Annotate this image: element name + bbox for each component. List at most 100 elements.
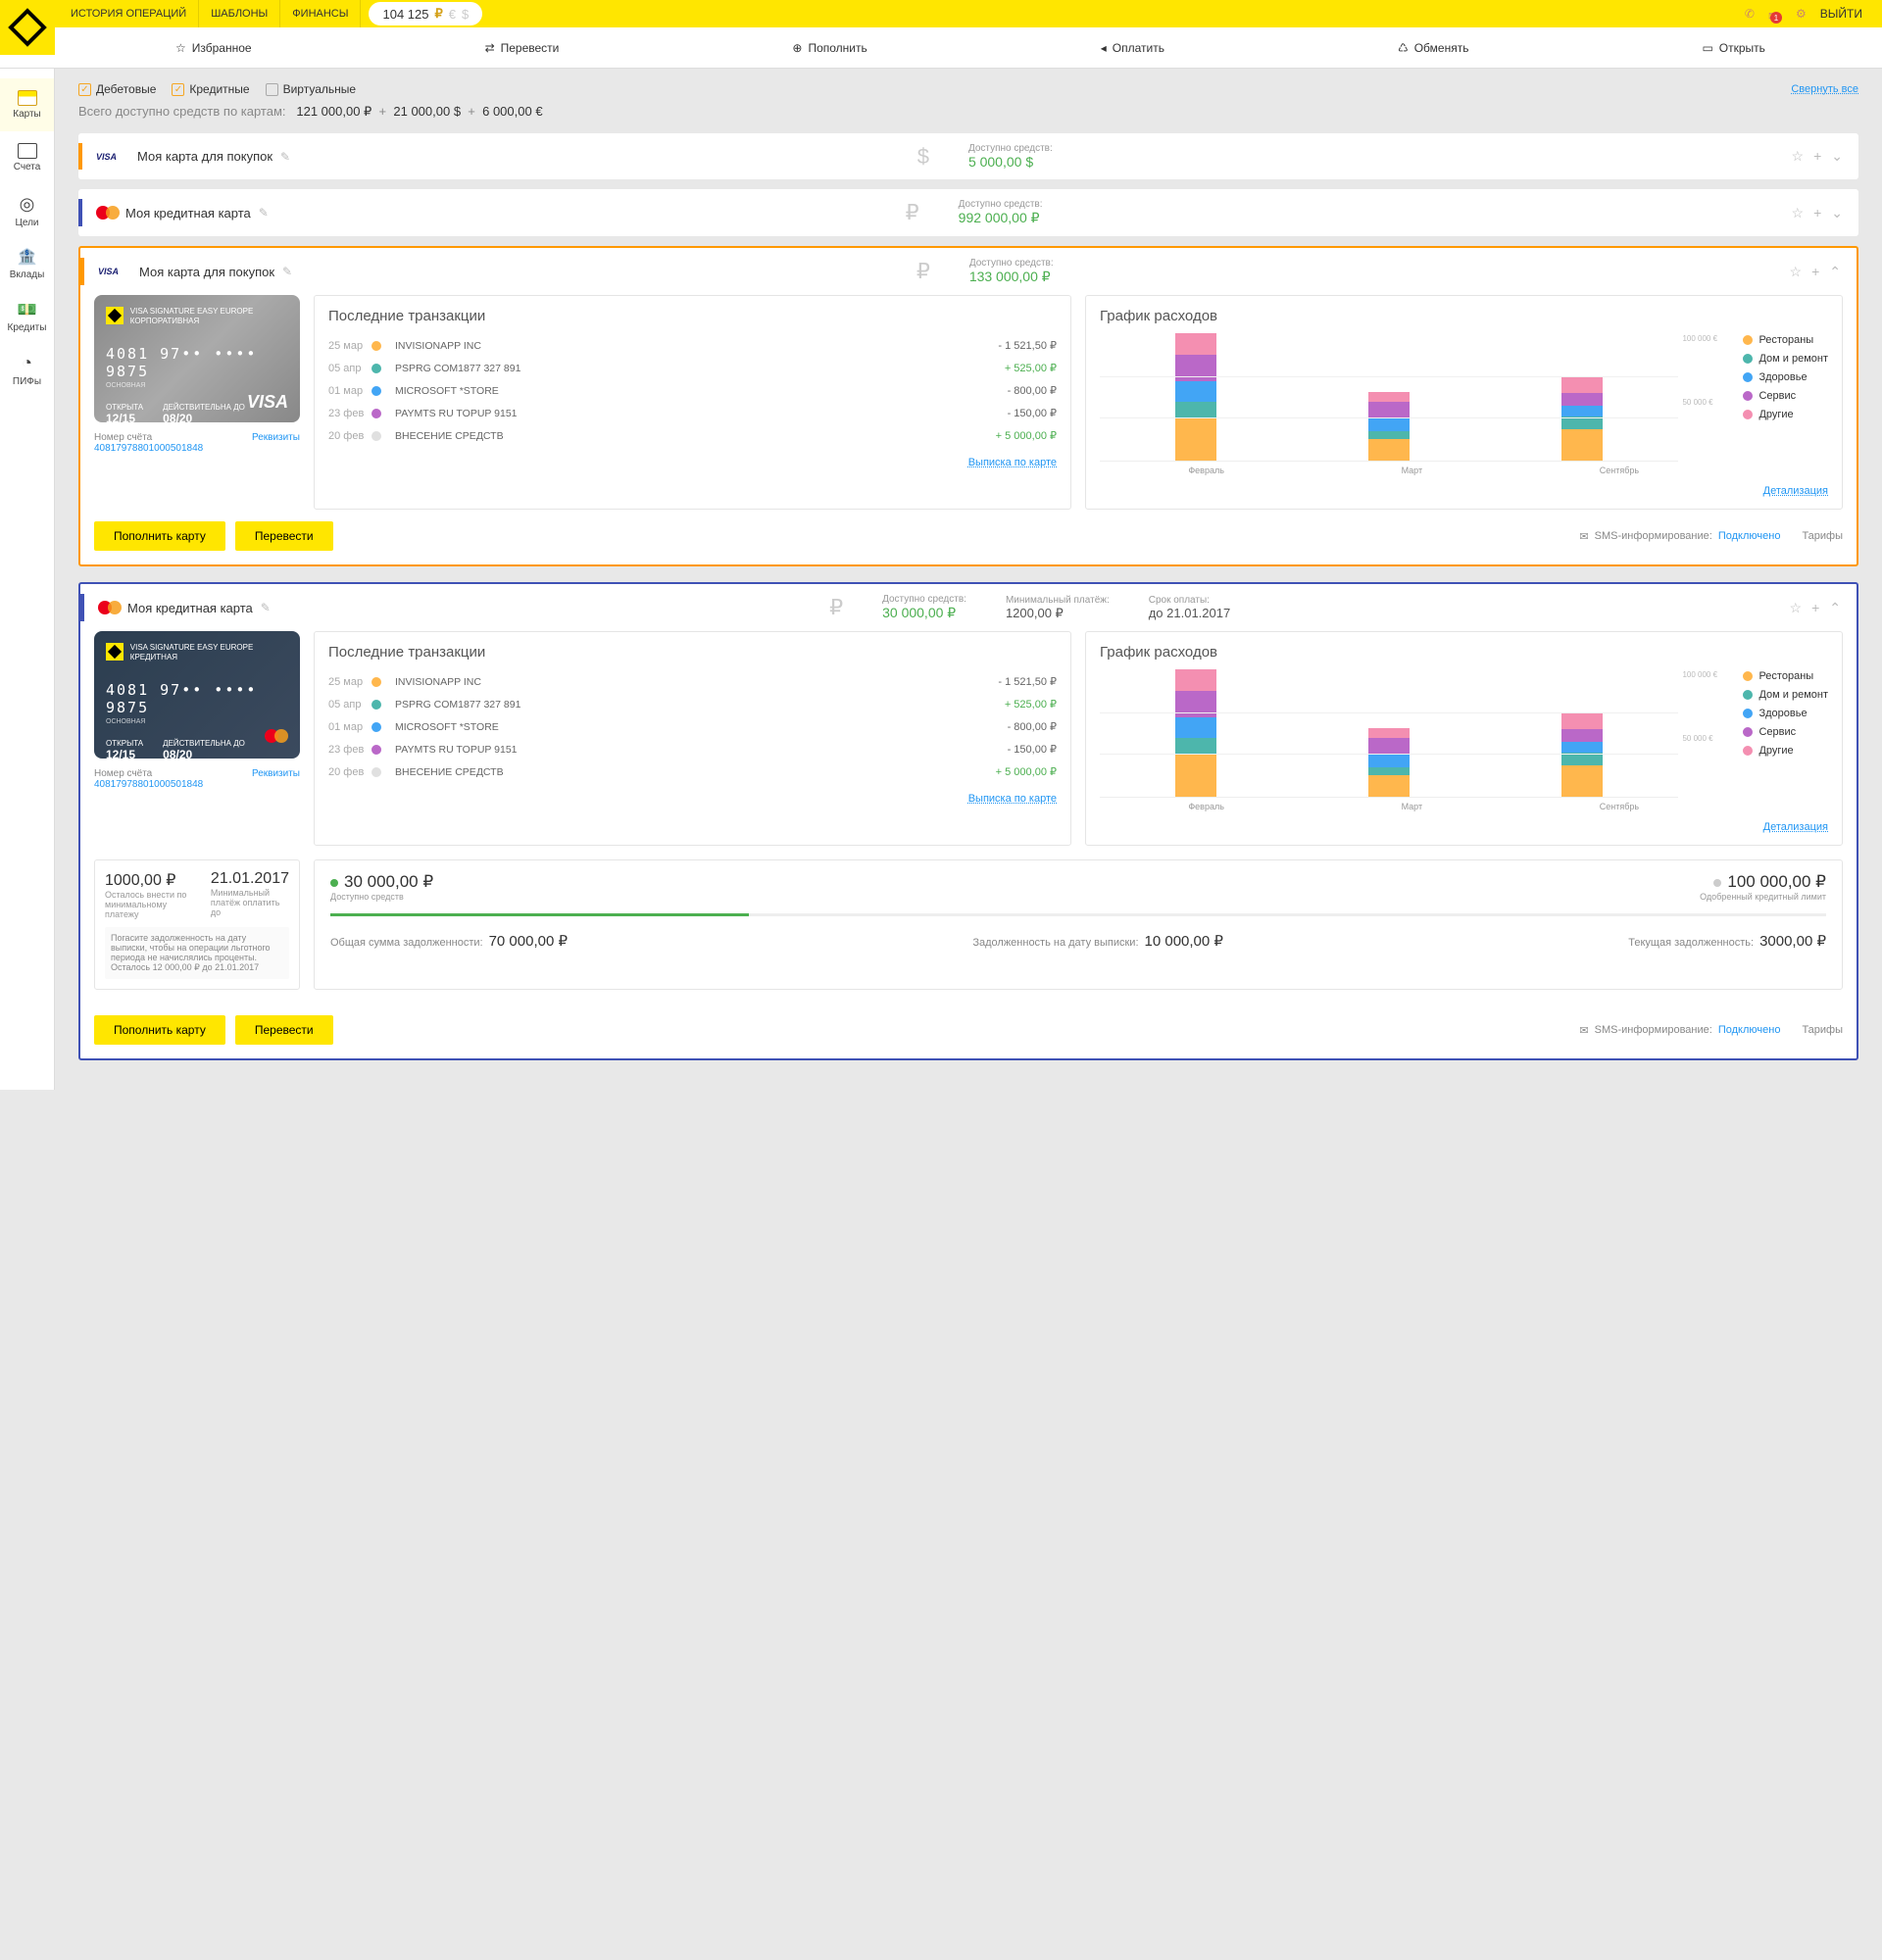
filter-credit[interactable]: Кредитные: [172, 82, 249, 96]
legend-item[interactable]: Дом и ремонт: [1743, 689, 1828, 701]
transaction-row[interactable]: 23 февPAYMTS RU TOPUP 9151- 150,00 ₽: [328, 738, 1057, 760]
edit-icon[interactable]: ✎: [282, 265, 292, 278]
plus-icon[interactable]: +: [1813, 148, 1821, 165]
legend-item[interactable]: Другие: [1743, 409, 1828, 420]
edit-icon[interactable]: ✎: [280, 150, 290, 164]
account-number-link[interactable]: 40817978801000501848: [94, 443, 203, 454]
accent-bar: [80, 258, 84, 285]
chevron-down-icon[interactable]: ⌄: [1831, 205, 1843, 221]
star-icon[interactable]: ☆: [1792, 205, 1805, 221]
legend-dot-icon: [1743, 372, 1753, 382]
action-open[interactable]: ▭Открыть: [1702, 41, 1764, 55]
plus-icon[interactable]: +: [1813, 205, 1821, 221]
tariffs-link[interactable]: Тарифы: [1802, 530, 1843, 542]
statement-link[interactable]: Выписка по карте: [968, 457, 1057, 468]
chart-details-link[interactable]: Детализация: [1763, 485, 1828, 497]
transaction-row[interactable]: 05 апрPSPRG COM1877 327 891+ 525,00 ₽: [328, 693, 1057, 715]
nav-templates[interactable]: ШАБЛОНЫ: [199, 0, 280, 27]
card-row[interactable]: VISA Моя карта для покупок ✎ $ Доступно …: [78, 133, 1858, 179]
card-row[interactable]: Моя кредитная карта ✎ ₽ Доступно средств…: [78, 189, 1858, 236]
balance-pill[interactable]: 104 125 ₽ € $: [369, 2, 482, 25]
currency-usd-icon[interactable]: $: [462, 7, 469, 22]
legend-item[interactable]: Рестораны: [1743, 670, 1828, 682]
currency-rub-icon[interactable]: ₽: [434, 6, 442, 22]
bank-logo[interactable]: [0, 0, 55, 55]
chevron-down-icon[interactable]: ⌄: [1831, 148, 1843, 165]
transaction-row[interactable]: 05 апрPSPRG COM1877 327 891+ 525,00 ₽: [328, 357, 1057, 379]
currency-eur-icon[interactable]: €: [449, 7, 456, 22]
transaction-row[interactable]: 01 марMICROSOFT *STORE- 800,00 ₽: [328, 715, 1057, 738]
filter-debit[interactable]: Дебетовые: [78, 82, 156, 96]
balance-value: 104 125: [382, 7, 428, 22]
category-dot-icon: [371, 745, 381, 755]
totals-row: Всего доступно средств по картам: 121 00…: [78, 104, 1858, 120]
edit-icon[interactable]: ✎: [259, 206, 269, 220]
legend-item[interactable]: Дом и ремонт: [1743, 353, 1828, 365]
logout-link[interactable]: ВЫЙТИ: [1820, 7, 1862, 21]
tariffs-link[interactable]: Тарифы: [1802, 1024, 1843, 1036]
txn-amount: - 150,00 ₽: [1008, 743, 1057, 756]
txn-amount: + 525,00 ₽: [1005, 362, 1057, 374]
sms-status-link[interactable]: Подключено: [1718, 530, 1781, 542]
legend-item[interactable]: Рестораны: [1743, 334, 1828, 346]
transaction-row[interactable]: 20 февВНЕСЕНИЕ СРЕДСТВ+ 5 000,00 ₽: [328, 760, 1057, 783]
action-favorites[interactable]: ☆Избранное: [175, 41, 252, 55]
sidebar-item-goals[interactable]: ◎Цели: [0, 184, 54, 237]
chevron-up-icon[interactable]: ⌃: [1829, 600, 1841, 616]
legend-item[interactable]: Сервис: [1743, 390, 1828, 402]
card-name: Моя кредитная карта: [125, 206, 251, 220]
action-topup[interactable]: ⊕Пополнить: [792, 41, 867, 55]
legend-item[interactable]: Другие: [1743, 745, 1828, 757]
transfer-button[interactable]: Перевести: [235, 521, 333, 551]
topup-card-button[interactable]: Пополнить карту: [94, 521, 225, 551]
action-exchange[interactable]: ♺Обменять: [1398, 41, 1469, 55]
star-icon[interactable]: ☆: [1790, 264, 1803, 280]
chevron-up-icon[interactable]: ⌃: [1829, 264, 1841, 280]
star-icon[interactable]: ☆: [1790, 600, 1803, 616]
transactions-panel: Последние транзакции 25 марINVISIONAPP I…: [314, 295, 1071, 510]
collapse-all-link[interactable]: Свернуть все: [1791, 83, 1858, 95]
star-icon[interactable]: ☆: [1792, 148, 1805, 165]
account-number-link[interactable]: 40817978801000501848: [94, 779, 203, 790]
topup-card-button[interactable]: Пополнить карту: [94, 1015, 225, 1045]
legend-item[interactable]: Здоровье: [1743, 708, 1828, 719]
statement-link[interactable]: Выписка по карте: [968, 793, 1057, 805]
transaction-row[interactable]: 20 февВНЕСЕНИЕ СРЕДСТВ+ 5 000,00 ₽: [328, 424, 1057, 447]
legend-dot-icon: [1743, 727, 1753, 737]
goals-icon: ◎: [20, 194, 35, 215]
nav-history[interactable]: ИСТОРИЯ ОПЕРАЦИЙ: [59, 0, 199, 27]
edit-icon[interactable]: ✎: [261, 601, 271, 614]
transaction-row[interactable]: 23 февPAYMTS RU TOPUP 9151- 150,00 ₽: [328, 402, 1057, 424]
legend-item[interactable]: Сервис: [1743, 726, 1828, 738]
transaction-row[interactable]: 01 марMICROSOFT *STORE- 800,00 ₽: [328, 379, 1057, 402]
plus-icon[interactable]: +: [1811, 600, 1819, 616]
plus-icon[interactable]: +: [1811, 264, 1819, 280]
legend-item[interactable]: Здоровье: [1743, 371, 1828, 383]
currency-glyph: ₽: [916, 259, 930, 284]
action-transfer[interactable]: ⇄Перевести: [485, 41, 560, 55]
transfer-button[interactable]: Перевести: [235, 1015, 333, 1045]
requisites-link[interactable]: Реквизиты: [252, 432, 300, 454]
transaction-row[interactable]: 25 марINVISIONAPP INC- 1 521,50 ₽: [328, 670, 1057, 693]
chart-details-link[interactable]: Детализация: [1763, 821, 1828, 833]
nav-finances[interactable]: ФИНАНСЫ: [280, 0, 361, 27]
envelope-icon: ✉: [1579, 530, 1588, 543]
sidebar-item-cards[interactable]: Карты: [0, 78, 54, 131]
action-pay[interactable]: ◂Оплатить: [1101, 41, 1164, 55]
avail-value: 992 000,00 ₽: [959, 210, 1155, 226]
sidebar-item-pifs[interactable]: ◔ПИФы: [0, 343, 54, 396]
pay-icon: ◂: [1101, 41, 1107, 55]
sms-status-link[interactable]: Подключено: [1718, 1024, 1781, 1036]
checkbox-icon: [78, 83, 91, 96]
card-plastic: VISA SIGNATURE EASY EUROPEКРЕДИТНАЯ 4081…: [94, 631, 300, 759]
filter-virtual[interactable]: Виртуальные: [266, 82, 356, 96]
requisites-link[interactable]: Реквизиты: [252, 768, 300, 790]
settings-icon[interactable]: ⚙: [1796, 7, 1807, 21]
phone-icon[interactable]: ✆: [1745, 7, 1755, 21]
sidebar-item-accounts[interactable]: Счета: [0, 131, 54, 184]
sidebar-item-credits[interactable]: 💵Кредиты: [0, 290, 54, 343]
mail-icon[interactable]: ✉1: [1768, 4, 1782, 24]
currency-glyph: $: [917, 144, 929, 170]
transaction-row[interactable]: 25 марINVISIONAPP INC- 1 521,50 ₽: [328, 334, 1057, 357]
sidebar-item-deposits[interactable]: 🏦Вклады: [0, 237, 54, 290]
